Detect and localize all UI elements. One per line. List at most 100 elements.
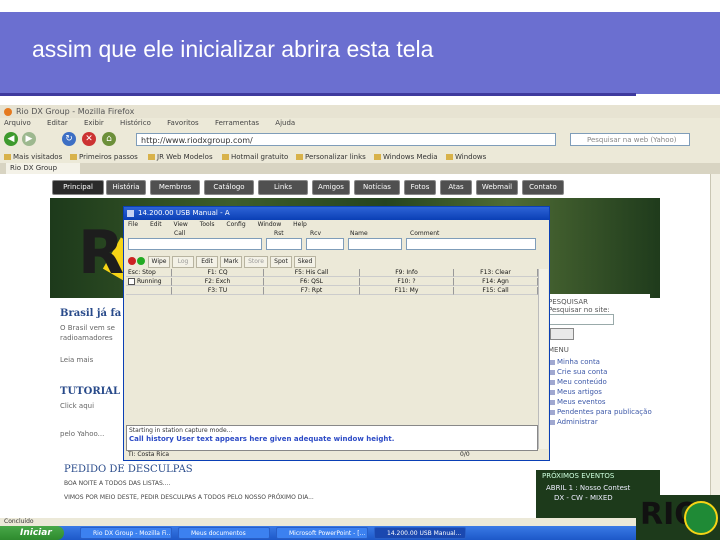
- menu-link[interactable]: Minha conta: [550, 358, 600, 366]
- dialog-menu-edit[interactable]: Edit: [150, 221, 162, 228]
- site-nav-catalogo[interactable]: Catálogo: [204, 180, 254, 195]
- home-icon[interactable]: ⌂: [102, 132, 116, 146]
- dialog-menubar: File Edit View Tools Config Window Help: [124, 220, 549, 230]
- tab-rio-dx[interactable]: Rio DX Group: [6, 163, 80, 174]
- store-button[interactable]: Store: [244, 256, 268, 268]
- bullet-icon: [550, 419, 555, 425]
- dialog-menu-tools[interactable]: Tools: [200, 221, 215, 228]
- function-key[interactable]: F13: Clear: [454, 269, 538, 277]
- menu-file[interactable]: Arquivo: [4, 119, 31, 127]
- site-search-input[interactable]: [548, 314, 614, 325]
- function-key[interactable]: F10: ?: [360, 278, 454, 286]
- search-input[interactable]: Pesquisar na web (Yahoo): [570, 133, 690, 146]
- site-logo: R: [78, 218, 125, 288]
- call-input[interactable]: [128, 238, 262, 250]
- site-nav-amigos[interactable]: Amigos: [312, 180, 350, 195]
- bullet-icon: [550, 359, 555, 365]
- url-input[interactable]: http://www.riodxgroup.com/: [136, 133, 556, 146]
- slide-title: assim que ele inicializar abrira esta te…: [32, 36, 434, 62]
- menu-link[interactable]: Meus eventos: [550, 398, 606, 406]
- reload-icon[interactable]: ↻: [62, 132, 76, 146]
- rcv-input[interactable]: [306, 238, 344, 250]
- dialog-menu-view[interactable]: View: [174, 221, 188, 228]
- rst-input[interactable]: [266, 238, 302, 250]
- function-key[interactable]: F2: Exch: [172, 278, 264, 286]
- site-nav-principal[interactable]: Principal: [52, 180, 104, 195]
- site-nav-historia[interactable]: História: [106, 180, 146, 195]
- esc-stop-key[interactable]: Esc: Stop: [126, 269, 172, 277]
- bookmark-most-visited[interactable]: Mais visitados: [4, 151, 62, 163]
- bookmark-windows[interactable]: Windows: [446, 151, 486, 163]
- menu-history[interactable]: Histórico: [120, 119, 151, 127]
- menu-link[interactable]: Meu conteúdo: [550, 378, 607, 386]
- function-key[interactable]: F15: Call: [454, 287, 538, 295]
- bullet-icon: [550, 399, 555, 405]
- dialog-menu-file[interactable]: File: [128, 221, 138, 228]
- function-key[interactable]: F9: Info: [360, 269, 454, 277]
- task-documents[interactable]: Meus documentos: [178, 527, 270, 539]
- spot-button[interactable]: Spot: [270, 256, 292, 268]
- back-icon[interactable]: ◀: [4, 132, 18, 146]
- site-nav-webmail[interactable]: Webmail: [476, 180, 518, 195]
- function-key[interactable]: F3: TU: [172, 287, 264, 295]
- comment-input[interactable]: [406, 238, 536, 250]
- site-search-button[interactable]: [550, 328, 574, 340]
- bullet-icon: [550, 389, 555, 395]
- site-nav-noticias[interactable]: Notícias: [354, 180, 400, 195]
- menu-link[interactable]: Administrar: [550, 418, 598, 426]
- site-nav-atas[interactable]: Atas: [440, 180, 472, 195]
- site-nav-fotos[interactable]: Fotos: [404, 180, 436, 195]
- menu-help[interactable]: Ajuda: [275, 119, 295, 127]
- menu-link[interactable]: Meus artigos: [550, 388, 602, 396]
- function-key[interactable]: F11: My: [360, 287, 454, 295]
- menu-link[interactable]: Pendentes para publicação: [550, 408, 652, 416]
- function-key[interactable]: F14: Agn: [454, 278, 538, 286]
- wipe-button[interactable]: Wipe: [148, 256, 170, 268]
- firefox-icon: [4, 107, 12, 116]
- running-checkbox[interactable]: Running: [126, 278, 172, 286]
- menu-tools[interactable]: Ferramentas: [215, 119, 259, 127]
- task-logger[interactable]: 14.200.00 USB Manual...: [374, 527, 466, 539]
- site-nav-contato[interactable]: Contato: [522, 180, 564, 195]
- read-more-link[interactable]: Leia mais: [60, 356, 93, 364]
- article-heading: Brasil já fa: [60, 308, 122, 319]
- table-row: Running F2: Exch F6: QSL F10: ? F14: Agn: [126, 278, 544, 286]
- menu-edit[interactable]: Editar: [47, 119, 68, 127]
- menu-view[interactable]: Exibir: [84, 119, 104, 127]
- dialog-menu-window[interactable]: Window: [258, 221, 282, 228]
- bookmark-hotmail[interactable]: Hotmail gratuito: [222, 151, 288, 163]
- site-nav-membros[interactable]: Membros: [150, 180, 200, 195]
- forward-icon[interactable]: ▶: [22, 132, 36, 146]
- bookmark-jr-web[interactable]: JR Web Modelos: [148, 151, 213, 163]
- sked-button[interactable]: Sked: [294, 256, 316, 268]
- function-key[interactable]: F1: CQ: [172, 269, 264, 277]
- function-key[interactable]: F7: Rpt: [264, 287, 360, 295]
- bookmark-custom-links[interactable]: Personalizar links: [296, 151, 366, 163]
- status-left: TI: Costa Rica: [128, 451, 170, 458]
- function-key[interactable]: F5: His Call: [264, 269, 360, 277]
- menu-link[interactable]: Crie sua conta: [550, 368, 607, 376]
- bookmark-windows-media[interactable]: Windows Media: [374, 151, 438, 163]
- dialog-menu-help[interactable]: Help: [293, 221, 307, 228]
- dialog-titlebar[interactable]: 14.200.00 USB Manual - A: [124, 207, 549, 220]
- log-button[interactable]: Log: [172, 256, 194, 268]
- bookmark-getting-started[interactable]: Primeiros passos: [70, 151, 138, 163]
- start-button[interactable]: Iniciar: [0, 526, 64, 540]
- event-item[interactable]: ABRIL 1 : Nosso Contest: [546, 484, 630, 492]
- label-rst: Rst: [274, 230, 284, 237]
- bullet-icon: [550, 409, 555, 415]
- stop-icon[interactable]: ✕: [82, 132, 96, 146]
- menu-bookmarks[interactable]: Favoritos: [167, 119, 199, 127]
- call-history-panel: Starting in station capture mode... Call…: [126, 425, 538, 451]
- function-key[interactable]: F6: QSL: [264, 278, 360, 286]
- task-firefox[interactable]: Rio DX Group - Mozilla Fi...: [80, 527, 172, 539]
- site-nav-links[interactable]: Links: [258, 180, 308, 195]
- tutorial-text[interactable]: Click aqui: [60, 402, 94, 410]
- edit-button[interactable]: Edit: [196, 256, 218, 268]
- name-input[interactable]: [348, 238, 402, 250]
- mark-button[interactable]: Mark: [220, 256, 242, 268]
- dialog-menu-config[interactable]: Config: [226, 221, 245, 228]
- task-powerpoint[interactable]: Microsoft PowerPoint - [...: [276, 527, 368, 539]
- dialog-scrollbar[interactable]: [538, 269, 548, 449]
- browser-scrollbar[interactable]: [710, 174, 720, 518]
